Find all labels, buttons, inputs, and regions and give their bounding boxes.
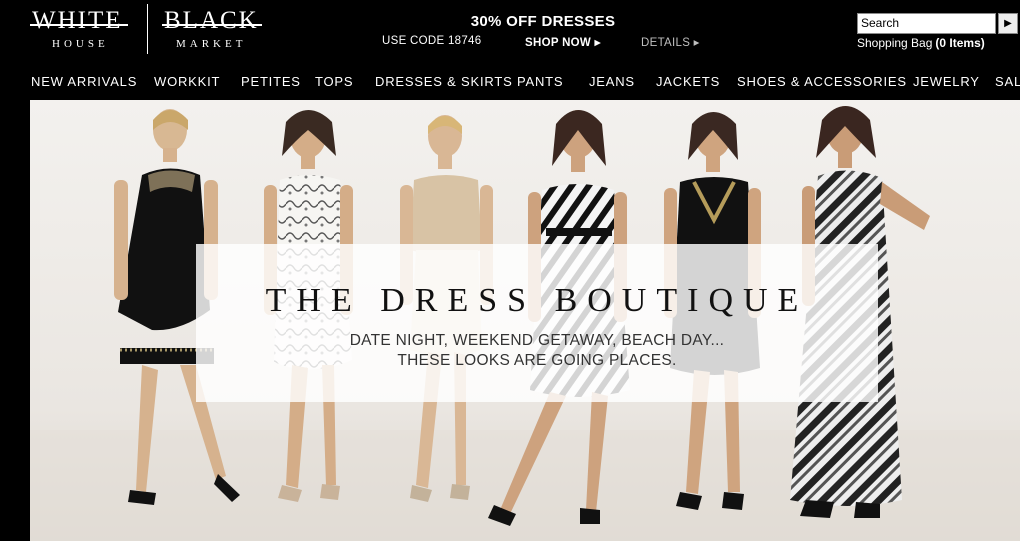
hero-subtitle-line2: THESE LOOKS ARE GOING PLACES.: [397, 352, 677, 369]
nav-item-sale[interactable]: SALE: [995, 74, 1020, 89]
shopping-bag-link[interactable]: Shopping Bag (0 Items): [857, 36, 985, 50]
logo-word-right: BLACK: [164, 7, 259, 34]
logo-divider: [147, 4, 148, 54]
nav-item-tops[interactable]: TOPS: [315, 74, 353, 89]
nav-item-jewelry[interactable]: JEWELRY: [913, 74, 980, 89]
nav-item-jeans[interactable]: JEANS: [589, 74, 635, 89]
logo-word-left: WHITE: [32, 7, 123, 34]
nav-item-jackets[interactable]: JACKETS: [656, 74, 720, 89]
hero-banner[interactable]: THE DRESS BOUTIQUE DATE NIGHT, WEEKEND G…: [30, 100, 1020, 541]
main-nav: NEW ARRIVALS WORKKIT PETITES TOPS DRESSE…: [0, 62, 1020, 100]
hero-overlay-panel[interactable]: THE DRESS BOUTIQUE DATE NIGHT, WEEKEND G…: [196, 244, 878, 402]
hero-subtitle-line1: DATE NIGHT, WEEKEND GETAWAY, BEACH DAY..…: [349, 332, 725, 349]
hero-title: THE DRESS BOUTIQUE: [265, 282, 809, 319]
nav-item-dresses-skirts[interactable]: DRESSES & SKIRTS: [375, 74, 513, 89]
details-link[interactable]: DETAILS ▸: [641, 35, 700, 49]
nav-item-workkit[interactable]: WORKKIT: [154, 74, 220, 89]
nav-item-pants[interactable]: PANTS: [517, 74, 563, 89]
search-input[interactable]: Search: [857, 13, 996, 34]
search-go-button[interactable]: ▶: [998, 13, 1018, 34]
nav-item-petites[interactable]: PETITES: [241, 74, 301, 89]
logo-sub-left: HOUSE: [52, 38, 109, 50]
shopping-bag-count: (0 Items): [935, 36, 985, 50]
shopping-bag-label: Shopping Bag: [857, 36, 933, 50]
nav-item-new-arrivals[interactable]: NEW ARRIVALS: [31, 74, 137, 89]
brand-logo[interactable]: WHITE BLACK HOUSE MARKET: [30, 4, 262, 54]
logo-strike: [162, 24, 262, 26]
play-arrow-icon: ▶: [1004, 18, 1012, 29]
site-header: WHITE BLACK HOUSE MARKET 30% OFF DRESSES…: [0, 0, 1020, 62]
logo-strike: [30, 24, 128, 26]
shop-now-link[interactable]: SHOP NOW ▸: [525, 35, 601, 49]
promo-headline: 30% OFF DRESSES: [470, 13, 616, 30]
nav-item-shoes-accessories[interactable]: SHOES & ACCESSORIES: [737, 74, 907, 89]
promo-code: USE CODE 18746: [382, 35, 482, 47]
logo-sub-right: MARKET: [176, 38, 247, 50]
